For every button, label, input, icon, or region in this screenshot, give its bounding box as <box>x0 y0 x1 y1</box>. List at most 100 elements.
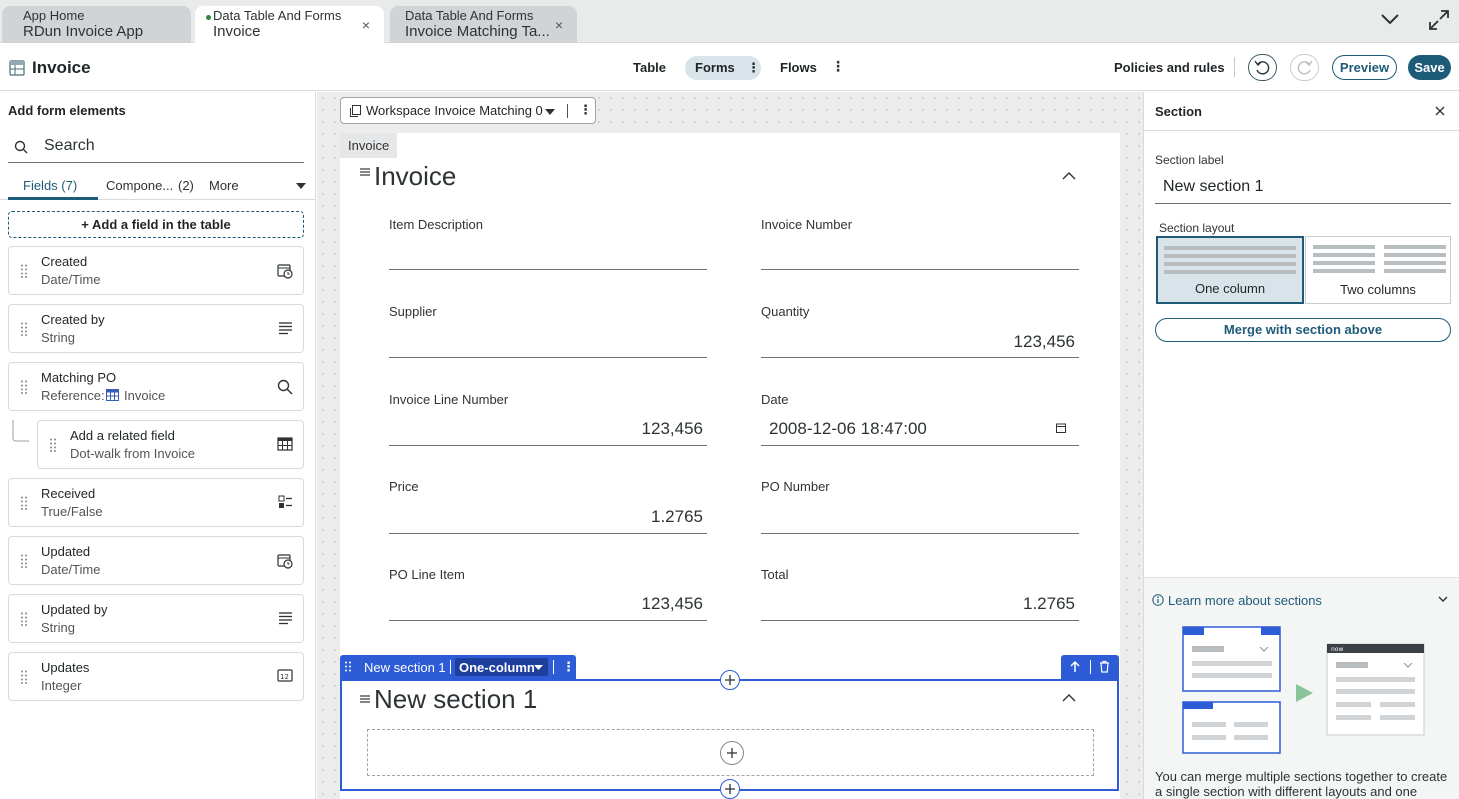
section-more-icon[interactable]: ⋮ <box>562 659 575 675</box>
expand-icon[interactable] <box>1428 9 1450 31</box>
quantity-field[interactable] <box>761 357 1079 358</box>
field-label: Date <box>761 392 789 407</box>
policies-rules-link[interactable]: Policies and rules <box>1104 56 1235 80</box>
total-value[interactable]: 1.2765 <box>757 594 1075 614</box>
workspace-selector[interactable]: Workspace Invoice Matching 0 ⋮ <box>340 97 596 124</box>
chevron-down-icon[interactable] <box>1380 12 1400 26</box>
drag-handle-icon[interactable] <box>21 264 27 278</box>
text-lines-icon <box>278 611 293 625</box>
save-button[interactable]: Save <box>1408 55 1451 80</box>
field-item-created[interactable]: Created Date/Time <box>8 246 304 295</box>
learn-more-link[interactable]: Learn more about sections <box>1168 593 1322 608</box>
total-field[interactable] <box>761 620 1079 621</box>
layout-two-columns[interactable]: Two columns <box>1305 236 1451 304</box>
drag-handle-icon[interactable] <box>21 496 27 510</box>
tab-components-count[interactable]: (2) <box>178 178 194 193</box>
field-item-updated[interactable]: Updated Date/Time <box>8 536 304 585</box>
field-name: Updates <box>41 660 90 675</box>
tab-more[interactable]: More <box>209 178 239 193</box>
search-placeholder: Search <box>44 137 95 154</box>
field-item-created-by[interactable]: Created by String <box>8 304 304 353</box>
caret-down-icon[interactable] <box>545 109 555 115</box>
price-value[interactable]: 1.2765 <box>385 507 703 527</box>
invoice-line-number-field[interactable] <box>389 445 707 446</box>
field-item-matching-po[interactable]: Matching PO Reference: Invoice <box>8 362 304 411</box>
tab-fields[interactable]: Fields (7) <box>23 178 77 193</box>
new-section[interactable]: New section 1 <box>340 679 1119 791</box>
po-number-field[interactable] <box>761 533 1079 534</box>
merge-section-button[interactable]: Merge with section above <box>1155 318 1451 342</box>
field-item-received[interactable]: Received True/False <box>8 478 304 527</box>
redo-button[interactable] <box>1290 54 1319 81</box>
add-section-above-icon[interactable] <box>720 670 740 690</box>
tab-close-icon[interactable]: × <box>362 17 370 33</box>
search-input[interactable]: Search <box>8 132 304 163</box>
close-icon[interactable] <box>1435 106 1445 116</box>
section-toolbar: New section 1 One-column ⋮ <box>340 655 576 679</box>
field-label: PO Number <box>761 479 830 494</box>
drag-handle-icon[interactable] <box>21 380 27 394</box>
invoice-number-field[interactable] <box>761 269 1079 270</box>
field-name: Add a related field <box>70 428 175 443</box>
drag-handle-icon[interactable] <box>345 661 351 673</box>
form-preview: Invoice Invoice Item Description Invoice… <box>340 133 1120 799</box>
move-up-icon[interactable] <box>1070 660 1080 673</box>
date-field[interactable] <box>761 445 1079 446</box>
drag-handle-icon[interactable] <box>360 167 370 177</box>
tab-components[interactable]: Compone... <box>106 178 173 193</box>
drag-handle-icon[interactable] <box>21 612 27 626</box>
nav-more-icon[interactable]: ⋮ <box>831 58 845 75</box>
invoice-line-number-value[interactable]: 123,456 <box>385 419 703 439</box>
preview-button[interactable]: Preview <box>1332 55 1397 80</box>
date-value[interactable]: 2008-12-06 18:47:00 <box>769 419 927 439</box>
undo-icon <box>1254 60 1270 75</box>
drop-zone[interactable] <box>367 729 1094 776</box>
tab-invoice-matching[interactable]: Data Table And Forms Invoice Matching Ta… <box>390 6 577 43</box>
field-name: Updated by <box>41 602 108 617</box>
drag-handle-icon[interactable] <box>21 322 27 336</box>
chevron-up-icon[interactable] <box>1062 171 1076 180</box>
drag-handle-icon[interactable] <box>21 554 27 568</box>
section-actions <box>1061 655 1119 679</box>
unsaved-dot-icon <box>206 15 211 20</box>
add-section-below-icon[interactable] <box>720 779 740 799</box>
calendar-icon[interactable] <box>1056 423 1066 433</box>
toggle-list-icon <box>278 495 293 509</box>
field-item-updates[interactable]: Updates Integer 12 <box>8 652 304 701</box>
add-field-button[interactable]: + Add a field in the table <box>8 211 304 238</box>
drag-handle-icon[interactable] <box>360 694 370 704</box>
item-description-field[interactable] <box>389 269 707 270</box>
po-line-item-value[interactable]: 123,456 <box>385 594 703 614</box>
caret-down-icon[interactable] <box>296 183 306 189</box>
chevron-down-icon[interactable] <box>1438 596 1448 603</box>
field-item-updated-by[interactable]: Updated by String <box>8 594 304 643</box>
tab-app-home[interactable]: App Home RDun Invoice App <box>2 6 191 43</box>
workspace-more-icon[interactable]: ⋮ <box>579 102 592 118</box>
field-label: Invoice Number <box>761 217 853 232</box>
layout-one-column[interactable]: One column <box>1156 236 1304 304</box>
price-field[interactable] <box>389 533 707 534</box>
forms-more-icon[interactable]: ⋮ <box>747 56 760 80</box>
learn-more-section: Learn more about sections now You can me… <box>1144 577 1459 799</box>
text-lines-icon <box>278 321 293 335</box>
caret-down-icon[interactable] <box>534 665 543 670</box>
chevron-up-icon[interactable] <box>1062 693 1076 702</box>
add-element-icon[interactable] <box>720 741 744 765</box>
nav-forms[interactable]: Forms ⋮ <box>685 56 761 80</box>
layout-caption: One column <box>1194 281 1266 296</box>
section-label-input[interactable]: New section 1 <box>1155 172 1451 204</box>
field-label: Quantity <box>761 304 810 319</box>
tab-invoice-form[interactable]: Data Table And Forms Invoice × <box>195 6 384 43</box>
drag-handle-icon[interactable] <box>21 670 27 684</box>
tab-title: Data Table And Forms <box>405 8 534 23</box>
nav-table[interactable]: Table <box>623 56 676 80</box>
drag-handle-icon[interactable] <box>50 438 56 452</box>
tab-close-icon[interactable]: × <box>555 17 563 33</box>
field-item-add-related[interactable]: Add a related field Dot-walk from Invoic… <box>37 420 304 469</box>
supplier-field[interactable] <box>389 357 707 358</box>
quantity-value[interactable]: 123,456 <box>757 332 1075 352</box>
po-line-item-field[interactable] <box>389 620 707 621</box>
undo-button[interactable] <box>1248 54 1277 81</box>
trash-icon[interactable] <box>1099 660 1110 673</box>
nav-flows[interactable]: Flows <box>770 56 827 80</box>
